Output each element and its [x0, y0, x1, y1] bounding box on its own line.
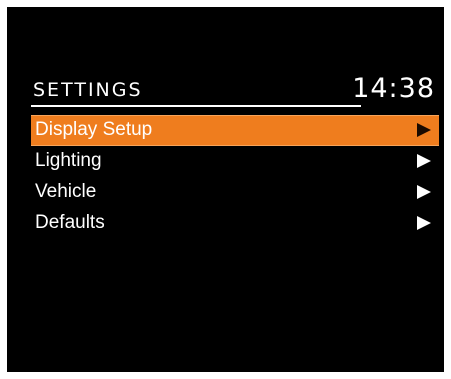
menu-item-label: Display Setup — [35, 119, 153, 140]
menu-item-display-setup[interactable]: Display Setup — [31, 115, 439, 146]
menu-item-lighting[interactable]: Lighting — [31, 146, 439, 177]
menu-item-label: Vehicle — [35, 181, 97, 202]
device-screen: SETTINGS 14:38 Display Setup Lighting Ve… — [7, 7, 444, 372]
menu-item-defaults[interactable]: Defaults — [31, 208, 439, 239]
chevron-right-icon — [417, 123, 431, 137]
menu-item-vehicle[interactable]: Vehicle — [31, 177, 439, 208]
settings-header: SETTINGS 14:38 — [31, 73, 435, 107]
menu-item-label: Lighting — [35, 150, 102, 171]
chevron-right-icon — [417, 154, 431, 168]
settings-menu: Display Setup Lighting Vehicle Defaults — [31, 115, 439, 239]
chevron-right-icon — [417, 185, 431, 199]
page-title: SETTINGS — [33, 79, 143, 101]
clock-time: 14:38 — [352, 73, 435, 104]
chevron-right-icon — [417, 216, 431, 230]
header-divider — [31, 105, 361, 107]
menu-item-label: Defaults — [35, 212, 105, 233]
